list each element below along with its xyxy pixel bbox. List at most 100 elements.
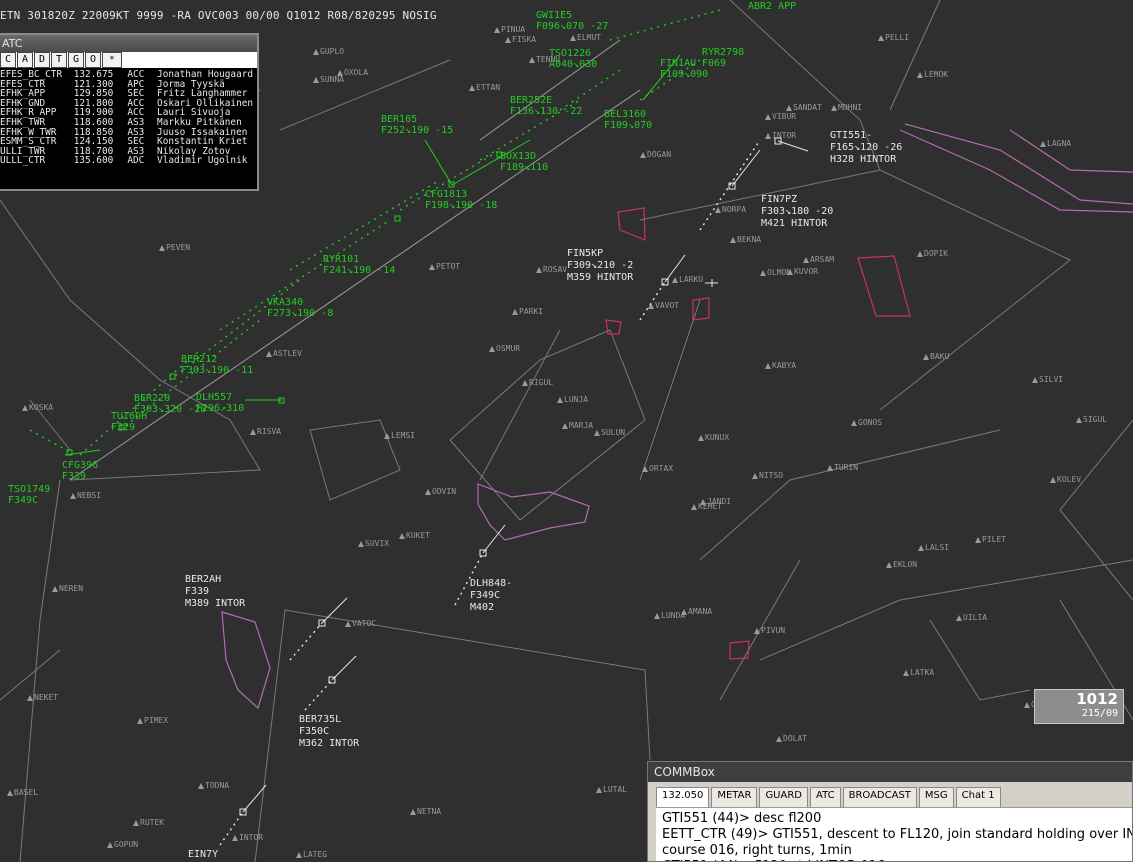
- traffic-callsign[interactable]: ABR2 APP: [748, 1, 796, 12]
- traffic-callsign[interactable]: BOX13D: [500, 151, 536, 162]
- fix-label: ODVIN: [432, 487, 456, 496]
- fix-nebsi: NEBSI: [70, 491, 101, 500]
- traffic-callsign[interactable]: RYR101: [323, 254, 359, 265]
- fix-triangle-icon: [70, 493, 76, 499]
- traffic-callsign[interactable]: BER105: [381, 114, 417, 125]
- fix-triangle-icon: [672, 277, 678, 283]
- traffic-callsign[interactable]: FIN5KP: [567, 248, 603, 259]
- traffic-callsign[interactable]: BER220: [134, 393, 170, 404]
- traffic-callsign[interactable]: EIN7Y: [188, 849, 218, 860]
- traffic-callsign[interactable]: TUI6DH: [111, 411, 147, 422]
- traffic-callsign[interactable]: BER2AH: [185, 574, 221, 585]
- atc-filter-a[interactable]: A: [17, 52, 33, 68]
- green-traffic-abr2-app[interactable]: ABR2 APP: [748, 1, 796, 12]
- traffic-callsign[interactable]: BER212: [181, 354, 217, 365]
- atc-row[interactable]: ULLL_CTR 135.600 ADC Vladimir Ugolnik: [0, 156, 257, 166]
- green-traffic-fin1au[interactable]: FIN1AUF109↘090: [660, 58, 708, 80]
- fix-silvi: SILVI: [1032, 375, 1063, 384]
- commbox-tab-chat1[interactable]: Chat 1: [955, 787, 1001, 807]
- fix-mohni: MOHNI: [831, 103, 862, 112]
- green-traffic-cfg1813[interactable]: CFG1813F198↘190 -18: [425, 189, 497, 211]
- fix-triangle-icon: [27, 695, 33, 701]
- traffic-callsign[interactable]: RYR2798: [702, 47, 744, 58]
- fix-triangle-icon: [698, 435, 704, 441]
- traffic-ein7y[interactable]: EIN7Y: [188, 849, 218, 860]
- white-traffic-labels[interactable]: GTI551-F165↘120 -26H328 HINTOR FIN7PZF303…: [185, 130, 902, 860]
- fix-label: BEKNA: [737, 235, 761, 244]
- green-traffic-ber212[interactable]: BER212F303↘190 -11: [181, 354, 253, 376]
- green-traffic-ber105[interactable]: BER105F252↘190 -15: [381, 114, 453, 136]
- commbox-tab-atc[interactable]: ATC: [810, 787, 841, 807]
- fix-parki: PARKI: [512, 307, 543, 316]
- traffic-callsign[interactable]: BEL3160: [604, 109, 646, 120]
- traffic-gti551[interactable]: GTI551-F165↘120 -26H328 HINTOR: [830, 130, 902, 165]
- green-traffic-tui6dh[interactable]: TUI6DHF329: [111, 411, 147, 433]
- fix-label: TURIN: [834, 463, 858, 472]
- commbox-tab-132050[interactable]: 132.050: [656, 787, 710, 807]
- fix-triangle-icon: [313, 49, 319, 55]
- green-traffic-dlh557[interactable]: DLH557F296↗310: [196, 392, 244, 414]
- green-traffic-ber252e[interactable]: BER252EF136↘130 -22: [510, 95, 582, 117]
- fix-label: OSMUR: [496, 344, 520, 353]
- fix-odvin: ODVIN: [425, 487, 456, 496]
- fix-label: INTOR: [772, 131, 796, 140]
- fix-lemsi: LEMSI: [384, 431, 415, 440]
- fix-triangle-icon: [313, 77, 319, 83]
- atc-filter-o[interactable]: O: [85, 52, 101, 68]
- traffic-ber735l[interactable]: BER735LF350CM362 INTOR: [299, 714, 360, 749]
- traffic-callsign[interactable]: BER252E: [510, 95, 552, 106]
- atc-filter-t[interactable]: T: [51, 52, 67, 68]
- traffic-dlh848[interactable]: DLH848-F349CM402: [470, 578, 512, 613]
- traffic-callsign[interactable]: GTI551-: [830, 130, 872, 141]
- green-traffic-box13d[interactable]: BOX13DF189↘110: [500, 151, 548, 173]
- commbox-window[interactable]: COMMBox 132.050 METAR GUARD ATC BROADCAST MSG…: [647, 761, 1133, 862]
- fix-bekna: BEKNA: [730, 235, 761, 244]
- commbox-tab-guard[interactable]: GUARD: [759, 787, 808, 807]
- green-traffic-gwi1e5[interactable]: GWI1E5F096↘070 -27: [536, 10, 608, 32]
- traffic-callsign[interactable]: TSO1749: [8, 484, 50, 495]
- traffic-callsign[interactable]: DLH557: [196, 392, 232, 403]
- commbox-messages[interactable]: GTI551 (44)> desc fl200 EETT_CTR (49)> GT…: [656, 807, 1132, 861]
- commbox-tabs: 132.050 METAR GUARD ATC BROADCAST MSG Chat 1: [648, 782, 1132, 807]
- traffic-callsign[interactable]: GWI1E5: [536, 10, 572, 21]
- green-traffic-tso1749[interactable]: TSO1749F349C: [8, 484, 50, 506]
- green-traffic-ryr2798[interactable]: RYR2798F069: [702, 47, 744, 69]
- fix-label: VIBUR: [772, 112, 796, 121]
- fix-dogan: DOGAN: [640, 150, 671, 159]
- green-traffic-ryr101[interactable]: RYR101F241↘190 -14: [323, 254, 395, 276]
- traffic-callsign[interactable]: CFG1813: [425, 189, 467, 200]
- traffic-callsign[interactable]: BER735L: [299, 714, 341, 725]
- commbox-tab-msg[interactable]: MSG: [918, 787, 954, 807]
- fix-olmon: OLMON: [760, 268, 791, 277]
- fix-triangle-icon: [137, 718, 143, 724]
- atc-filter-g[interactable]: G: [68, 52, 84, 68]
- atc-filter-d[interactable]: D: [34, 52, 50, 68]
- fix-label: EKLON: [893, 560, 917, 569]
- traffic-callsign[interactable]: DLH848-: [470, 578, 512, 589]
- atc-filter-c[interactable]: C: [0, 52, 16, 68]
- fix-netna: NETNA: [410, 807, 441, 816]
- fix-triangle-icon: [917, 72, 923, 78]
- traffic-fin5kp[interactable]: FIN5KPF309↘210 -2M359 HINTOR: [567, 248, 634, 283]
- traffic-callsign[interactable]: TSO1226: [549, 48, 591, 59]
- traffic-callsign[interactable]: CFG396: [62, 460, 98, 471]
- traffic-fin7pz[interactable]: FIN7PZF303↘180 -20M421 HINTOR: [761, 194, 833, 229]
- commbox-title[interactable]: COMMBox: [648, 762, 1132, 782]
- traffic-callsign[interactable]: FIN1AU: [660, 58, 696, 69]
- fix-label: NORPA: [722, 205, 746, 214]
- green-traffic-tso1226[interactable]: TSO1226A040↘030: [549, 48, 597, 70]
- fix-baku: BAKU: [923, 352, 949, 361]
- atc-list-window[interactable]: ATC C A D T G O * EFES_BC_CTR 132.675 ACC Jonatha…: [0, 33, 259, 191]
- atc-filter-all[interactable]: *: [102, 52, 122, 68]
- fix-label: ORTAX: [649, 464, 673, 473]
- traffic-ber2ah[interactable]: BER2AHF339M389 INTOR: [185, 574, 246, 609]
- commbox-message: GTI551 (44)> fl120 std INTOR 016: [662, 859, 1132, 861]
- traffic-callsign[interactable]: FIN7PZ: [761, 194, 797, 205]
- fix-triangle-icon: [923, 354, 929, 360]
- atc-window-title[interactable]: ATC: [0, 35, 257, 52]
- commbox-tab-metar[interactable]: METAR: [711, 787, 758, 807]
- green-traffic-bel3160[interactable]: BEL3160F109↘070: [604, 109, 652, 131]
- commbox-tab-broadcast[interactable]: BROADCAST: [842, 787, 917, 807]
- traffic-callsign[interactable]: VKA340: [267, 297, 303, 308]
- green-traffic-vka340[interactable]: VKA340F273↘190 -8: [267, 297, 333, 319]
